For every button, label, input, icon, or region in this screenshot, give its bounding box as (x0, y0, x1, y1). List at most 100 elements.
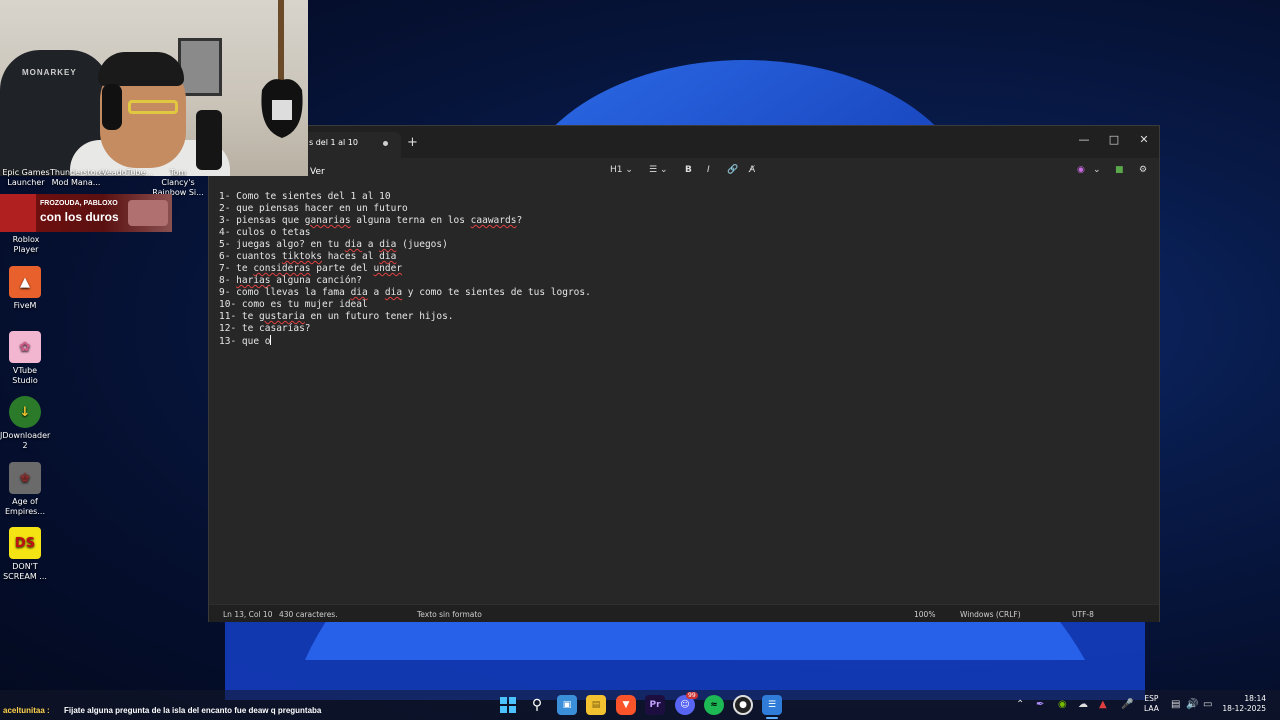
editor-line: 4- culos o tetas (219, 227, 311, 238)
desktop-icon-jdownloader[interactable]: ↓ JDownloader 2 (0, 396, 50, 451)
streamer-hair (98, 52, 184, 86)
active-app-indicator (766, 717, 778, 719)
status-char-count: 430 caracteres. (279, 610, 338, 619)
status-zoom[interactable]: 100% (914, 610, 935, 619)
alert-image (128, 200, 168, 226)
tray-steam-icon[interactable]: ☁ (1078, 699, 1088, 710)
status-encoding[interactable]: UTF-8 (1072, 610, 1094, 619)
spelling-error[interactable]: ganarias (305, 215, 351, 226)
tray-nvidia-icon[interactable]: ◉ (1058, 699, 1067, 710)
notepad-titlebar: s del 1 al 10 + — □ ✕ (209, 126, 1159, 158)
clock-date: 18-12-2025 (1222, 704, 1266, 713)
current-line-text: 13- que o (219, 336, 271, 347)
clear-format-icon[interactable]: A̸ (749, 165, 755, 175)
desktop-icon-roblox[interactable]: Roblox Player (0, 235, 52, 255)
link-icon[interactable]: 🔗 (727, 165, 738, 175)
volume-icon[interactable]: 🔊 (1186, 699, 1198, 710)
headset (102, 84, 122, 130)
notepad-editor[interactable]: 1- Como te sientes del 1 al 10 2- que pi… (209, 188, 1159, 602)
desktop-icon-label: VTube Studio (12, 366, 38, 385)
status-format[interactable]: Texto sin formato (417, 610, 482, 619)
settings-icon[interactable]: ⚙ (1139, 165, 1147, 175)
chair-logo: MONARKEY (22, 68, 77, 77)
wall-poster (178, 38, 222, 96)
spelling-error[interactable]: consideras (253, 263, 310, 274)
search-icon[interactable]: ⚲ (527, 695, 547, 715)
spotify-icon[interactable]: ≈ (704, 695, 724, 715)
extension-icon[interactable]: ■ (1115, 165, 1124, 175)
spelling-error[interactable]: caawards (471, 215, 517, 226)
spelling-error[interactable]: gustaria (259, 311, 305, 322)
close-button[interactable]: ✕ (1129, 130, 1159, 150)
spelling-error[interactable]: dia (379, 239, 396, 250)
tray-app-icon[interactable]: ▲ (1099, 699, 1107, 710)
spelling-error[interactable]: under (373, 263, 402, 274)
spelling-error[interactable]: dia (385, 287, 402, 298)
chevron-down-icon[interactable]: ⌄ (1093, 165, 1101, 175)
chevron-down-icon: ⌄ (625, 165, 633, 175)
bold-button[interactable]: B (685, 165, 692, 175)
desktop-icon-label: JDownloader 2 (0, 431, 51, 450)
editor-line: 2- que piensas hacer en un futuro (219, 203, 408, 214)
system-clock[interactable]: 18:14 18-12-2025 (1222, 694, 1266, 714)
editor-line-current: 13- que o (219, 335, 591, 347)
language-indicator[interactable]: ESP LAA (1144, 694, 1159, 714)
editor-line: 8- harias alguna canción? (219, 275, 363, 286)
text-caret (270, 335, 272, 345)
heading-dropdown[interactable]: H1 ⌄ (610, 165, 633, 175)
status-line-ending[interactable]: Windows (CRLF) (960, 610, 1021, 619)
tray-overflow-icon[interactable]: ⌃ (1016, 699, 1024, 710)
stream-alert: FROZOUDA, PABLOXO con los duros (0, 194, 172, 232)
microphone (196, 110, 222, 170)
chat-username: aceltunitaa : (3, 706, 50, 715)
menu-ver[interactable]: Ver (310, 167, 325, 177)
battery-icon[interactable]: ▭ (1203, 699, 1212, 710)
spelling-error[interactable]: tiktoks (282, 251, 322, 262)
editor-line: 9- como llevas la fama dia a dia y como … (219, 287, 591, 298)
desktop-icon-dont-scream[interactable]: DS DON'T SCREAM ... (0, 527, 50, 582)
chevron-down-icon: ⌄ (659, 165, 668, 175)
desktop-icon-label: Age of Empires... (5, 497, 45, 516)
premiere-icon[interactable]: Pr (645, 695, 665, 715)
tray-mic-icon[interactable]: 🎤 (1121, 699, 1133, 710)
spelling-error[interactable]: harias (236, 275, 270, 286)
alert-names: FROZOUDA, PABLOXO (40, 200, 118, 207)
spelling-error[interactable]: dia (345, 239, 362, 250)
start-icon[interactable] (498, 695, 518, 715)
list-dropdown[interactable]: ☰ ⌄ (649, 165, 668, 175)
dont-scream-icon: DS (9, 527, 41, 559)
spelling-error[interactable]: dia (379, 251, 396, 262)
italic-button[interactable]: I (707, 165, 710, 175)
spelling-error[interactable]: dia (351, 287, 368, 298)
notepad-icon[interactable]: ☰ (762, 695, 782, 715)
desktop-label-thunderstore[interactable]: Thunderstore Mod Mana... (50, 168, 104, 188)
minimize-button[interactable]: — (1069, 130, 1099, 150)
maximize-button[interactable]: □ (1099, 130, 1129, 150)
chat-message: Fijate alguna pregunta de la isla del en… (64, 706, 322, 715)
copilot-icon[interactable]: ◉ (1077, 165, 1085, 175)
desktop-icon-vtube-studio[interactable]: ✿ VTube Studio (0, 331, 50, 386)
desktop-icon-fivem[interactable]: ▲ FiveM (0, 266, 50, 311)
network-icon[interactable]: ▤ (1171, 699, 1180, 710)
desktop-label-veadotube[interactable]: VeadoTube... (102, 168, 153, 178)
store-icon[interactable]: ▣ (557, 695, 577, 715)
brave-icon[interactable]: ▼ (616, 695, 636, 715)
language-bottom: LAA (1144, 704, 1159, 713)
unsaved-dot-icon[interactable] (383, 141, 388, 146)
new-tab-button[interactable]: + (407, 135, 418, 150)
editor-line: 12- te casarías? (219, 323, 311, 334)
file-explorer-icon[interactable]: ▤ (586, 695, 606, 715)
desktop-label-epic[interactable]: Epic Games Launcher (2, 168, 50, 188)
discord-badge: 99 (686, 692, 698, 699)
fivem-icon: ▲ (9, 266, 41, 298)
desktop-top-labels: Epic Games Launcher Thunderstore Mod Man… (0, 168, 210, 197)
desktop-icon-label: Roblox Player (12, 235, 40, 254)
notepad-menubar: Ver H1 ⌄ ☰ ⌄ B I 🔗 A̸ ◉ ⌄ ■ ⚙ (209, 158, 1159, 188)
clock-time: 18:14 (1244, 694, 1266, 703)
desktop-icon-label: DON'T SCREAM ... (3, 562, 47, 581)
glasses (128, 100, 178, 114)
tray-pen-icon[interactable]: ✒ (1036, 699, 1044, 710)
obs-icon[interactable]: ● (733, 695, 753, 715)
heading-label: H1 (610, 165, 623, 175)
desktop-icon-age-of-empires[interactable]: ♚ Age of Empires... (0, 462, 50, 517)
